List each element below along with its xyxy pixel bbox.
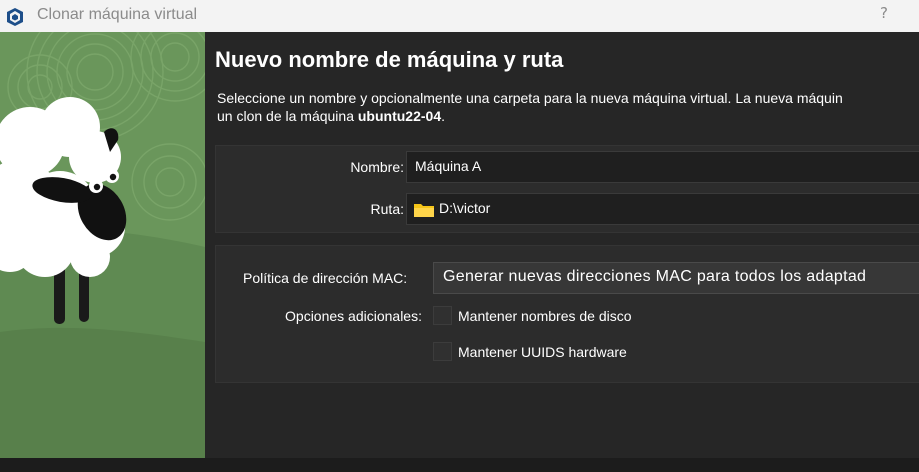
help-button[interactable]: ? [876, 4, 892, 26]
name-path-group: Nombre: Máquina A Ruta: D:\victor [215, 145, 919, 233]
title-bar: Clonar máquina virtual ? [0, 0, 919, 32]
options-group: Política de dirección MAC: Generar nueva… [215, 245, 919, 383]
description-suffix: . [441, 108, 445, 124]
description-line-1: Seleccione un nombre y opcionalmente una… [217, 90, 843, 106]
keep-disk-names-label[interactable]: Mantener nombres de disco [458, 308, 632, 324]
mac-policy-value: Generar nuevas direcciones MAC para todo… [443, 268, 867, 285]
keep-disk-names-checkbox[interactable] [433, 306, 452, 325]
name-value: Máquina A [415, 158, 482, 174]
wizard-page: Nuevo nombre de máquina y ruta Seleccion… [205, 32, 919, 458]
path-value: D:\victor [439, 200, 491, 216]
window-title: Clonar máquina virtual [37, 6, 198, 23]
description-prefix: un clon de la máquina [217, 108, 358, 124]
keep-uuids-label[interactable]: Mantener UUIDS hardware [458, 344, 627, 360]
mac-policy-label: Política de dirección MAC: [243, 270, 408, 286]
folder-icon [414, 204, 434, 217]
name-label: Nombre: [350, 159, 404, 175]
virtualbox-icon [7, 8, 23, 26]
keep-uuids-checkbox[interactable] [433, 342, 452, 361]
description-line-2: un clon de la máquina ubuntu22-04. [217, 107, 919, 125]
extra-options-label: Opciones adicionales: [285, 308, 422, 324]
wizard-illustration [0, 32, 205, 458]
page-title: Nuevo nombre de máquina y ruta [215, 47, 564, 72]
source-vm-name: ubuntu22-04 [357, 108, 442, 124]
name-field[interactable]: Máquina A [406, 151, 919, 183]
page-description: Seleccione un nombre y opcionalmente una… [217, 89, 919, 125]
mac-policy-select[interactable]: Generar nuevas direcciones MAC para todo… [433, 262, 919, 294]
button-bar [0, 458, 919, 472]
path-selector[interactable]: D:\victor [406, 193, 919, 225]
path-label: Ruta: [370, 201, 404, 217]
